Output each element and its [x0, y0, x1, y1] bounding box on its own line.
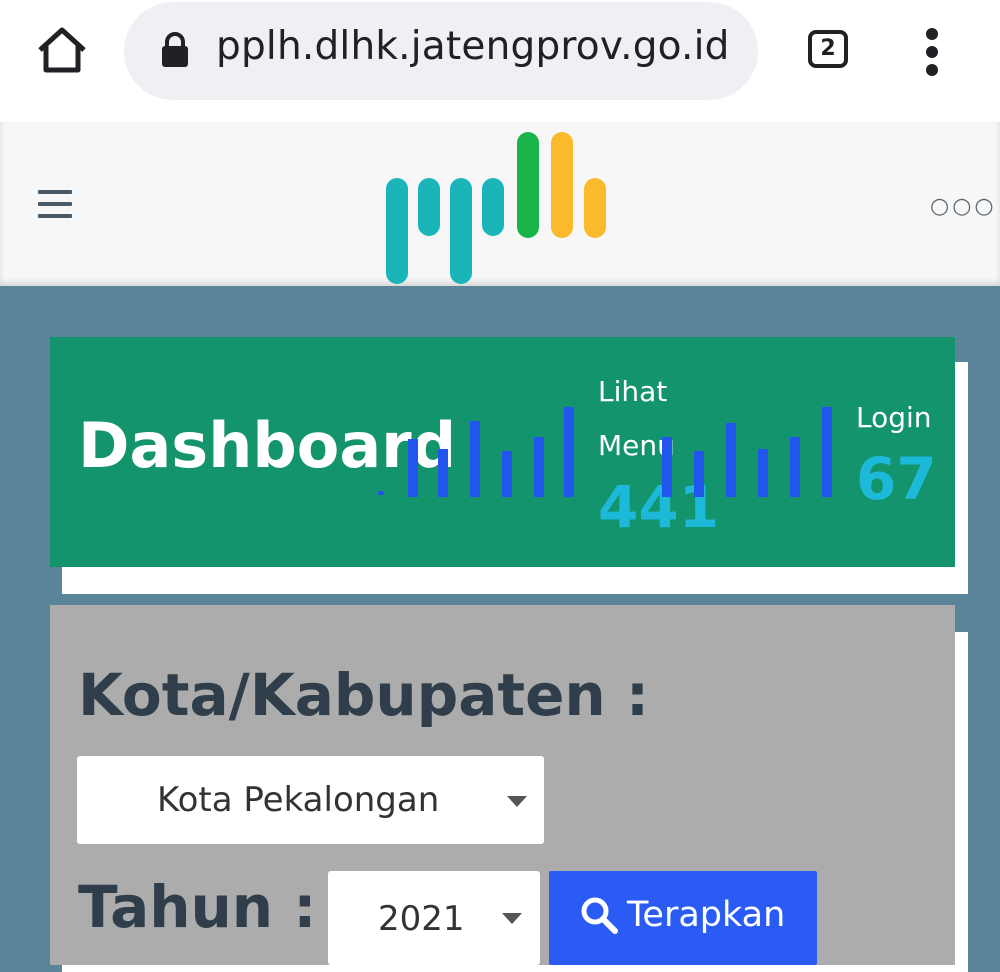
stat-login-label: Login [856, 401, 932, 434]
kebab-menu-icon[interactable] [920, 28, 944, 76]
apply-button[interactable]: Terapkan [549, 871, 817, 965]
sparkline-chart [662, 407, 832, 497]
year-selected-value: 2021 [378, 899, 465, 939]
sparkline-chart [378, 407, 574, 497]
filter-card: Kota/Kabupaten : Kota Pekalongan Tahun :… [50, 605, 955, 965]
pplh-logo[interactable] [384, 128, 610, 286]
chevron-down-icon [507, 796, 527, 807]
apply-button-label: Terapkan [627, 895, 786, 935]
site-header: ○○○ [0, 122, 1000, 286]
city-label: Kota/Kabupaten : [78, 661, 650, 729]
chevron-down-icon [502, 913, 522, 924]
search-icon [581, 897, 618, 934]
dashboard-card: Dashboard Lihat Menu 441 Login 67 [50, 337, 955, 567]
year-select[interactable]: 2021 [328, 871, 540, 965]
more-dots-icon[interactable]: ○○○ [930, 194, 997, 219]
stat-login-value: 67 [856, 445, 937, 513]
browser-toolbar: pplh.dlhk.jatengprov.go.id 2 [0, 0, 1000, 122]
year-label: Tahun : [78, 873, 317, 941]
city-select[interactable]: Kota Pekalongan [77, 756, 544, 844]
url-text: pplh.dlhk.jatengprov.go.id [216, 24, 730, 69]
city-selected-value: Kota Pekalongan [157, 780, 440, 820]
home-icon[interactable] [34, 22, 90, 78]
lock-icon [162, 32, 188, 67]
hamburger-icon[interactable] [38, 190, 74, 218]
tab-switcher-icon[interactable]: 2 [808, 30, 848, 68]
address-bar[interactable]: pplh.dlhk.jatengprov.go.id [124, 2, 758, 100]
